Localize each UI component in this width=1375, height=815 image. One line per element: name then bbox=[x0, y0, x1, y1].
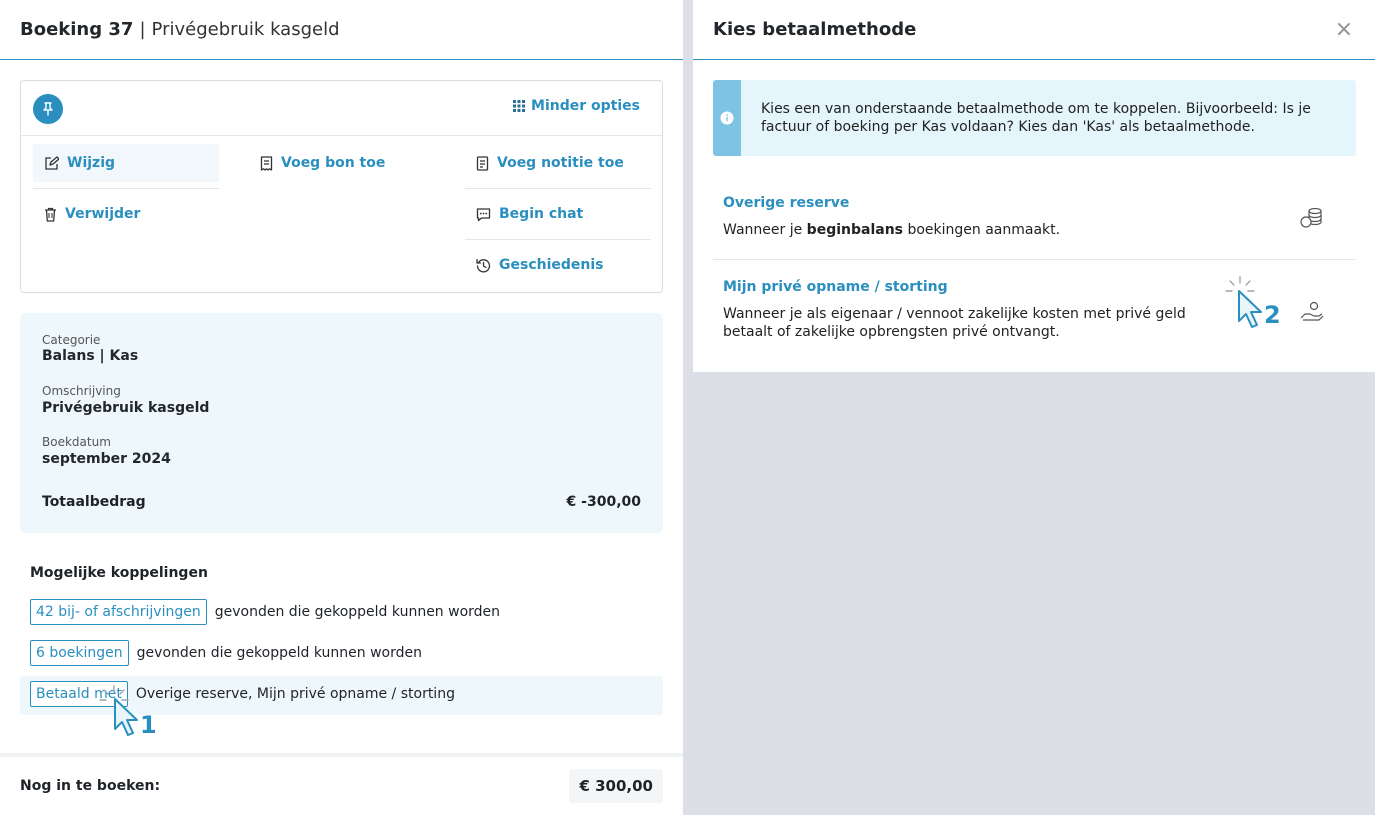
option-label: Verwijder bbox=[65, 206, 141, 222]
method-title[interactable]: Overige reserve bbox=[723, 195, 849, 211]
koppeling-text: gevonden die gekoppeld kunnen worden bbox=[214, 604, 501, 620]
trash-icon bbox=[44, 207, 57, 222]
option-divider bbox=[465, 188, 651, 189]
booking-number: Boeking 37 bbox=[20, 19, 134, 40]
receipt-icon bbox=[260, 155, 273, 171]
option-voeg-notitie-toe[interactable]: Voeg notitie toe bbox=[465, 144, 651, 182]
mouse-pointer-icon bbox=[1236, 289, 1264, 331]
option-label: Wijzig bbox=[67, 155, 116, 171]
booking-details: Categorie Balans | Kas Omschrijving Priv… bbox=[20, 313, 663, 533]
option-divider bbox=[465, 239, 651, 240]
method-divider bbox=[713, 259, 1356, 260]
omschrijving-value: Privégebruik kasgeld bbox=[42, 400, 210, 416]
koppeling-row: 42 bij- of afschrijvingen gevonden die g… bbox=[30, 599, 500, 625]
info-icon bbox=[720, 111, 734, 125]
method-overige-reserve[interactable]: Overige reserve Wanneer je beginbalans b… bbox=[713, 186, 1356, 259]
history-icon bbox=[476, 258, 491, 273]
info-banner: Kies een van onderstaande betaalmethode … bbox=[713, 80, 1356, 156]
koppelingen-title: Mogelijke koppelingen bbox=[30, 565, 208, 581]
categorie-value: Balans | Kas bbox=[42, 348, 139, 364]
info-text: Kies een van onderstaande betaalmethode … bbox=[761, 101, 1311, 135]
option-begin-chat[interactable]: Begin chat bbox=[465, 195, 651, 233]
chat-icon bbox=[476, 207, 491, 222]
options-toolbar: Minder opties bbox=[21, 81, 662, 136]
info-bar bbox=[713, 80, 741, 156]
koppeling-text: gevonden die gekoppeld kunnen worden bbox=[136, 645, 422, 661]
panel-title: Kies betaalmethode bbox=[713, 19, 917, 40]
payment-method-header: Kies betaalmethode × bbox=[693, 0, 1375, 60]
method-description: Wanneer je als eigenaar / vennoot zakeli… bbox=[723, 306, 1186, 340]
boekdatum-value: september 2024 bbox=[42, 451, 171, 467]
mouse-pointer-icon bbox=[112, 697, 140, 739]
minder-opties-label: Minder opties bbox=[531, 98, 640, 114]
koppeling-row: 6 boekingen gevonden die gekoppeld kunne… bbox=[30, 640, 422, 666]
option-label: Begin chat bbox=[499, 206, 584, 222]
pin-button[interactable] bbox=[33, 94, 63, 124]
option-label: Voeg bon toe bbox=[281, 155, 386, 171]
note-icon bbox=[476, 155, 489, 171]
option-geschiedenis[interactable]: Geschiedenis bbox=[465, 246, 651, 284]
option-divider bbox=[33, 188, 219, 189]
method-title[interactable]: Mijn privé opname / storting bbox=[723, 279, 948, 295]
booking-footer: Nog in te boeken: € 300,00 bbox=[0, 753, 683, 815]
step-number: 1 bbox=[140, 711, 157, 739]
koppeling-transacties-button[interactable]: 42 bij- of afschrijvingen bbox=[30, 599, 207, 625]
coins-icon bbox=[1300, 207, 1324, 229]
option-voeg-bon-toe[interactable]: Voeg bon toe bbox=[249, 144, 435, 182]
nog-in-te-boeken-value: € 300,00 bbox=[569, 769, 663, 803]
minder-opties-button[interactable]: Minder opties bbox=[513, 98, 640, 114]
option-wijzig[interactable]: Wijzig bbox=[33, 144, 219, 182]
option-label: Geschiedenis bbox=[499, 257, 604, 273]
booking-title: Privégebruik kasgeld bbox=[151, 19, 340, 40]
koppeling-boekingen-button[interactable]: 6 boekingen bbox=[30, 640, 129, 666]
step-number: 2 bbox=[1264, 301, 1281, 329]
edit-icon bbox=[44, 155, 59, 171]
option-label: Voeg notitie toe bbox=[497, 155, 624, 171]
totaalbedrag-value: € -300,00 bbox=[566, 494, 641, 510]
pin-icon bbox=[41, 102, 55, 116]
categorie-label: Categorie bbox=[42, 333, 101, 347]
title-separator: | bbox=[139, 19, 146, 40]
booking-header: Boeking 37 | Privégebruik kasgeld bbox=[0, 0, 683, 60]
koppeling-text: Overige reserve, Mijn privé opname / sto… bbox=[135, 686, 455, 702]
options-card: Minder opties Wijzig Voeg bon toe Voeg n… bbox=[20, 80, 663, 293]
option-verwijder[interactable]: Verwijder bbox=[33, 195, 219, 233]
grid-icon bbox=[513, 100, 526, 112]
koppeling-row: Betaald met Overige reserve, Mijn privé … bbox=[30, 681, 455, 707]
close-icon[interactable]: × bbox=[1333, 17, 1355, 42]
totaalbedrag-label: Totaalbedrag bbox=[42, 494, 146, 510]
nog-in-te-boeken-label: Nog in te boeken: bbox=[20, 778, 161, 794]
omschrijving-label: Omschrijving bbox=[42, 384, 121, 398]
boekdatum-label: Boekdatum bbox=[42, 435, 111, 449]
hand-money-icon bbox=[1300, 301, 1324, 323]
method-description: Wanneer je beginbalans boekingen aanmaak… bbox=[723, 222, 1061, 238]
